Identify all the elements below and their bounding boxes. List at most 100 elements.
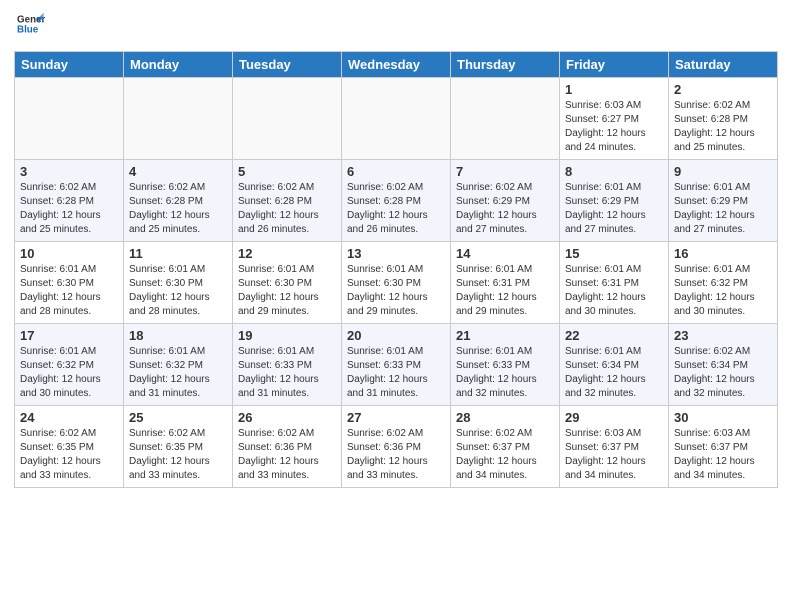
calendar-cell: 7 Sunrise: 6:02 AM Sunset: 6:29 PM Daylig…	[451, 160, 560, 242]
day-number: 7	[456, 164, 554, 179]
calendar-cell	[124, 78, 233, 160]
day-info: Sunrise: 6:02 AM Sunset: 6:36 PM Dayligh…	[238, 427, 336, 483]
day-number: 17	[20, 328, 118, 343]
calendar-cell: 24Sunrise: 6:02 AM Sunset: 6:35 PM Dayli…	[15, 406, 124, 488]
calendar-cell: 15Sunrise: 6:01 AM Sunset: 6:31 PM Dayli…	[560, 242, 669, 324]
calendar-cell: 8Sunrise: 6:01 AM Sunset: 6:29 PM Daylig…	[560, 160, 669, 242]
day-number: 8	[565, 164, 663, 179]
calendar-cell: 27 Sunrise: 6:02 AM Sunset: 6:36 PM Dayli…	[342, 406, 451, 488]
weekday-header: Sunday	[15, 52, 124, 78]
day-info: Sunrise: 6:01 AM Sunset: 6:34 PM Dayligh…	[565, 345, 663, 401]
day-number: 3	[20, 164, 118, 179]
weekday-header: Thursday	[451, 52, 560, 78]
calendar-cell: 9 Sunrise: 6:01 AM Sunset: 6:29 PM Daylig…	[669, 160, 778, 242]
day-number: 23	[674, 328, 772, 343]
day-number: 28	[456, 410, 554, 425]
calendar-cell: 13Sunrise: 6:01 AM Sunset: 6:30 PM Dayli…	[342, 242, 451, 324]
day-number: 12	[238, 246, 336, 261]
day-number: 9	[674, 164, 772, 179]
calendar-cell: 6Sunrise: 6:02 AM Sunset: 6:28 PM Daylig…	[342, 160, 451, 242]
calendar-cell	[15, 78, 124, 160]
calendar-cell: 2 Sunrise: 6:02 AM Sunset: 6:28 PM Daylig…	[669, 78, 778, 160]
day-info: Sunrise: 6:03 AM Sunset: 6:37 PM Dayligh…	[565, 427, 663, 483]
day-number: 14	[456, 246, 554, 261]
day-info: Sunrise: 6:01 AM Sunset: 6:30 PM Dayligh…	[238, 263, 336, 319]
calendar-cell: 30 Sunrise: 6:03 AM Sunset: 6:37 PM Dayli…	[669, 406, 778, 488]
day-info: Sunrise: 6:01 AM Sunset: 6:33 PM Dayligh…	[347, 345, 445, 401]
calendar-cell: 1 Sunrise: 6:03 AM Sunset: 6:27 PM Daylig…	[560, 78, 669, 160]
calendar-week-row: 10 Sunrise: 6:01 AM Sunset: 6:30 PM Dayli…	[15, 242, 778, 324]
svg-text:Blue: Blue	[17, 24, 39, 35]
day-info: Sunrise: 6:01 AM Sunset: 6:33 PM Dayligh…	[456, 345, 554, 401]
day-number: 29	[565, 410, 663, 425]
day-info: Sunrise: 6:02 AM Sunset: 6:28 PM Dayligh…	[20, 181, 118, 237]
calendar-cell	[451, 78, 560, 160]
logo-icon: General Blue	[17, 10, 45, 38]
day-number: 22	[565, 328, 663, 343]
calendar-cell: 22 Sunrise: 6:01 AM Sunset: 6:34 PM Dayli…	[560, 324, 669, 406]
day-info: Sunrise: 6:02 AM Sunset: 6:28 PM Dayligh…	[129, 181, 227, 237]
day-info: Sunrise: 6:01 AM Sunset: 6:30 PM Dayligh…	[20, 263, 118, 319]
calendar-cell: 23 Sunrise: 6:02 AM Sunset: 6:34 PM Dayli…	[669, 324, 778, 406]
calendar-header-row: SundayMondayTuesdayWednesdayThursdayFrid…	[15, 52, 778, 78]
day-info: Sunrise: 6:01 AM Sunset: 6:33 PM Dayligh…	[238, 345, 336, 401]
calendar-week-row: 17 Sunrise: 6:01 AM Sunset: 6:32 PM Dayli…	[15, 324, 778, 406]
day-number: 30	[674, 410, 772, 425]
day-info: Sunrise: 6:01 AM Sunset: 6:29 PM Dayligh…	[674, 181, 772, 237]
day-info: Sunrise: 6:01 AM Sunset: 6:31 PM Dayligh…	[456, 263, 554, 319]
calendar-cell	[233, 78, 342, 160]
day-number: 27	[347, 410, 445, 425]
calendar-body: 1 Sunrise: 6:03 AM Sunset: 6:27 PM Daylig…	[15, 78, 778, 488]
day-info: Sunrise: 6:02 AM Sunset: 6:28 PM Dayligh…	[238, 181, 336, 237]
calendar-cell: 19Sunrise: 6:01 AM Sunset: 6:33 PM Dayli…	[233, 324, 342, 406]
day-number: 5	[238, 164, 336, 179]
calendar-cell: 29 Sunrise: 6:03 AM Sunset: 6:37 PM Dayli…	[560, 406, 669, 488]
day-number: 25	[129, 410, 227, 425]
day-number: 24	[20, 410, 118, 425]
day-number: 21	[456, 328, 554, 343]
day-info: Sunrise: 6:01 AM Sunset: 6:32 PM Dayligh…	[20, 345, 118, 401]
calendar-cell: 10 Sunrise: 6:01 AM Sunset: 6:30 PM Dayli…	[15, 242, 124, 324]
day-number: 1	[565, 82, 663, 97]
calendar-cell: 3 Sunrise: 6:02 AM Sunset: 6:28 PM Daylig…	[15, 160, 124, 242]
day-number: 2	[674, 82, 772, 97]
weekday-header: Friday	[560, 52, 669, 78]
day-info: Sunrise: 6:02 AM Sunset: 6:36 PM Dayligh…	[347, 427, 445, 483]
calendar-cell: 14 Sunrise: 6:01 AM Sunset: 6:31 PM Dayli…	[451, 242, 560, 324]
calendar-cell: 17 Sunrise: 6:01 AM Sunset: 6:32 PM Dayli…	[15, 324, 124, 406]
day-number: 26	[238, 410, 336, 425]
day-number: 4	[129, 164, 227, 179]
day-number: 13	[347, 246, 445, 261]
calendar-cell: 21 Sunrise: 6:01 AM Sunset: 6:33 PM Dayli…	[451, 324, 560, 406]
day-info: Sunrise: 6:03 AM Sunset: 6:37 PM Dayligh…	[674, 427, 772, 483]
day-number: 10	[20, 246, 118, 261]
weekday-header: Monday	[124, 52, 233, 78]
day-info: Sunrise: 6:02 AM Sunset: 6:35 PM Dayligh…	[129, 427, 227, 483]
day-info: Sunrise: 6:02 AM Sunset: 6:37 PM Dayligh…	[456, 427, 554, 483]
logo: General Blue	[14, 10, 45, 43]
calendar-cell	[342, 78, 451, 160]
calendar-week-row: 3 Sunrise: 6:02 AM Sunset: 6:28 PM Daylig…	[15, 160, 778, 242]
calendar-cell: 16Sunrise: 6:01 AM Sunset: 6:32 PM Dayli…	[669, 242, 778, 324]
day-info: Sunrise: 6:02 AM Sunset: 6:34 PM Dayligh…	[674, 345, 772, 401]
calendar-table: SundayMondayTuesdayWednesdayThursdayFrid…	[14, 51, 778, 488]
day-info: Sunrise: 6:02 AM Sunset: 6:28 PM Dayligh…	[347, 181, 445, 237]
calendar-cell: 18Sunrise: 6:01 AM Sunset: 6:32 PM Dayli…	[124, 324, 233, 406]
calendar-cell: 28 Sunrise: 6:02 AM Sunset: 6:37 PM Dayli…	[451, 406, 560, 488]
calendar-cell: 12 Sunrise: 6:01 AM Sunset: 6:30 PM Dayli…	[233, 242, 342, 324]
calendar-cell: 5 Sunrise: 6:02 AM Sunset: 6:28 PM Daylig…	[233, 160, 342, 242]
day-number: 18	[129, 328, 227, 343]
calendar-week-row: 1 Sunrise: 6:03 AM Sunset: 6:27 PM Daylig…	[15, 78, 778, 160]
day-number: 11	[129, 246, 227, 261]
calendar-cell: 25 Sunrise: 6:02 AM Sunset: 6:35 PM Dayli…	[124, 406, 233, 488]
header: General Blue	[14, 10, 778, 43]
weekday-header: Saturday	[669, 52, 778, 78]
day-info: Sunrise: 6:01 AM Sunset: 6:32 PM Dayligh…	[674, 263, 772, 319]
day-number: 15	[565, 246, 663, 261]
day-info: Sunrise: 6:03 AM Sunset: 6:27 PM Dayligh…	[565, 99, 663, 155]
day-info: Sunrise: 6:02 AM Sunset: 6:28 PM Dayligh…	[674, 99, 772, 155]
weekday-header: Tuesday	[233, 52, 342, 78]
calendar-cell: 4 Sunrise: 6:02 AM Sunset: 6:28 PM Daylig…	[124, 160, 233, 242]
calendar-cell: 11Sunrise: 6:01 AM Sunset: 6:30 PM Dayli…	[124, 242, 233, 324]
day-info: Sunrise: 6:02 AM Sunset: 6:29 PM Dayligh…	[456, 181, 554, 237]
